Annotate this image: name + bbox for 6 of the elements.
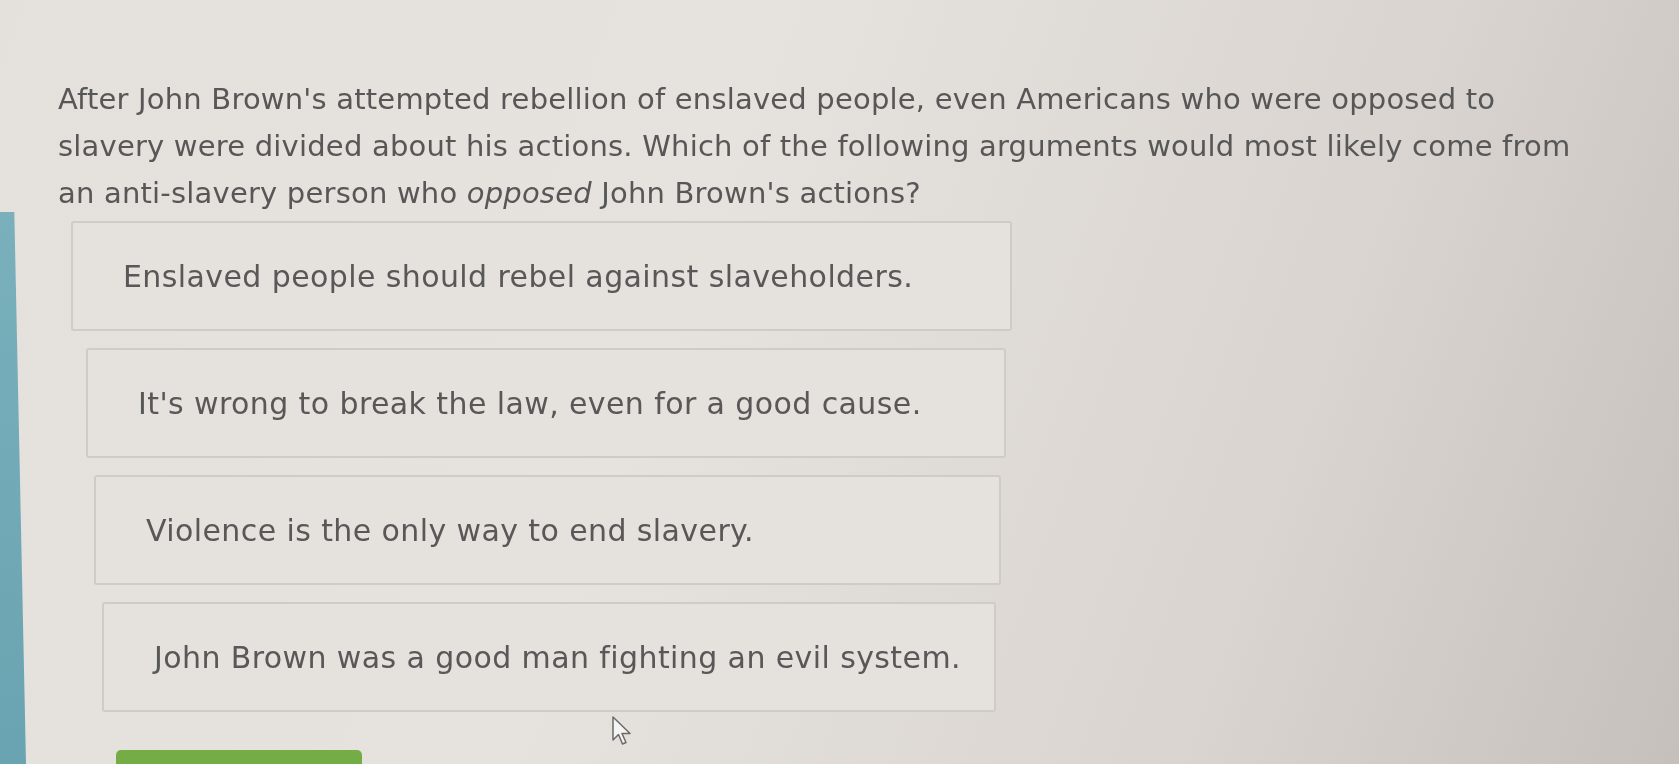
- mouse-cursor-icon: [612, 716, 632, 746]
- answer-choice[interactable]: It's wrong to break the law, even for a good cause.: [86, 348, 1006, 458]
- answer-choice[interactable]: John Brown was a good man fighting an evil system.: [102, 602, 996, 712]
- answer-choice[interactable]: Violence is the only way to end slavery.: [94, 475, 1001, 585]
- answer-choice[interactable]: Enslaved people should rebel against slaveholders.: [71, 221, 1012, 331]
- question-text: After John Brown's attempted rebellion of enslaved people, even Americans who were opposed to slavery were divided about his actions. Which of the following arguments would most likely come from an anti-slavery person who opposed John Brown's actions?: [58, 81, 1572, 212]
